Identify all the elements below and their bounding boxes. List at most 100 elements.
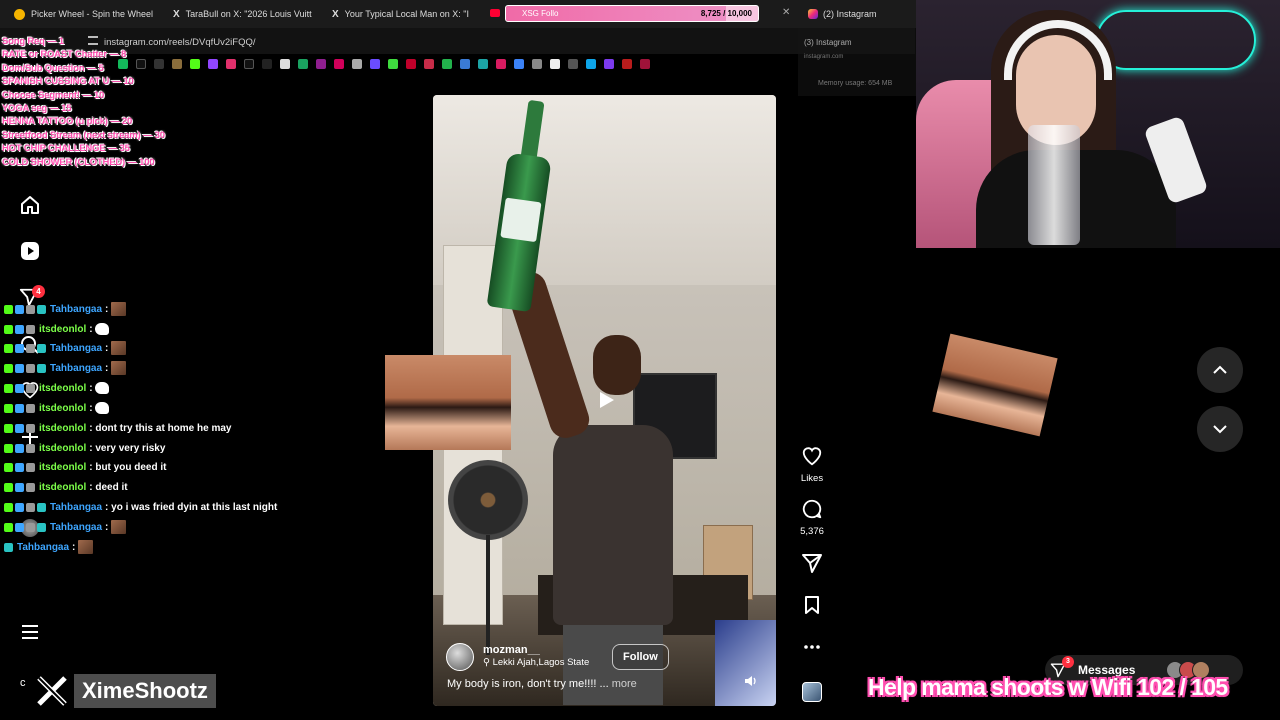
browser-tab[interactable]: X TaraBull on X: "2026 Louis Vuitt ✕	[165, 3, 320, 25]
volume-icon[interactable]	[744, 674, 758, 688]
comment-action[interactable]: 5,376	[798, 498, 826, 537]
chat-username: itsdeonlol	[39, 461, 87, 473]
reels-icon[interactable]	[19, 240, 41, 262]
sub-badge-icon	[26, 502, 35, 512]
heart-icon[interactable]	[801, 445, 823, 467]
chat-line: itsdeonlol: dont try this at home he may	[4, 419, 231, 437]
extension-icon[interactable]	[514, 59, 524, 69]
chat-emote	[111, 302, 127, 316]
chat-emote	[111, 361, 127, 375]
sub-badge-icon	[26, 443, 35, 453]
platform-badge-icon	[15, 383, 24, 393]
reel-username[interactable]: mozman__	[483, 644, 540, 656]
chat-emote	[95, 323, 110, 335]
extension-icon[interactable]	[298, 59, 308, 69]
extension-icon[interactable]	[190, 59, 200, 69]
sub-badge-icon	[26, 522, 35, 532]
sub-badge-icon	[26, 383, 35, 393]
extension-icon[interactable]	[370, 59, 380, 69]
extension-icon[interactable]	[622, 59, 632, 69]
extension-icon[interactable]	[352, 59, 362, 69]
extension-icon[interactable]	[172, 59, 182, 69]
comments-count: 5,376	[800, 526, 824, 537]
gift-badge-icon	[37, 363, 46, 373]
chat-username: Tahbangaa	[50, 521, 103, 533]
extension-icon[interactable]	[532, 59, 542, 69]
extension-icon[interactable]	[442, 59, 452, 69]
previous-reel-button[interactable]	[1197, 347, 1243, 393]
kick-badge-icon	[4, 443, 13, 453]
extension-icon[interactable]	[424, 59, 434, 69]
caption-more-link[interactable]: more	[612, 678, 637, 690]
chat-badges	[4, 383, 35, 393]
chat-username: itsdeonlol	[39, 402, 87, 414]
reel-owner-avatar[interactable]	[446, 643, 474, 671]
instagram-icon[interactable]	[226, 59, 236, 69]
extension-icon[interactable]	[460, 59, 470, 69]
chat-line: itsdeonlol:	[4, 320, 110, 338]
reel-location-text: Lekki Ajah,Lagos State	[492, 657, 590, 668]
menu-item: YOGA seg — 15	[2, 103, 72, 115]
chat-badges	[4, 443, 35, 453]
browser-tab[interactable]: X Your Typical Local Man on X: "I ✕	[324, 3, 474, 25]
gift-badge-icon	[37, 304, 46, 314]
chat-message: dont try this at home he may	[95, 422, 232, 434]
follow-button[interactable]: Follow	[612, 644, 669, 670]
extension-icon[interactable]	[388, 59, 398, 69]
extension-icon[interactable]	[640, 59, 650, 69]
kick-badge-icon	[4, 324, 13, 334]
tiktok-icon[interactable]	[262, 59, 272, 69]
more-options-action[interactable]	[798, 637, 826, 657]
browser-tab[interactable]: Picker Wheel - Spin the Wheel ✕	[6, 3, 161, 25]
reel-caption: My body is iron, don't try me!!!! ... mo…	[447, 678, 637, 690]
tab-title[interactable]: (2) Instagram	[823, 9, 877, 19]
more-menu-icon[interactable]	[20, 622, 40, 642]
extension-icon[interactable]	[586, 59, 596, 69]
audio-thumbnail[interactable]	[802, 682, 822, 702]
chat-emote	[95, 402, 110, 414]
menu-item: RATE or ROAST Chatter — 8	[2, 49, 127, 61]
extension-icon[interactable]	[568, 59, 578, 69]
sub-badge-icon	[26, 363, 35, 373]
extension-icon[interactable]	[316, 59, 326, 69]
next-reel-button[interactable]	[1197, 406, 1243, 452]
x-extension-icon[interactable]	[244, 59, 254, 69]
save-action[interactable]	[798, 595, 826, 615]
close-tab-icon[interactable]: ✕	[782, 7, 790, 18]
share-action[interactable]	[798, 552, 826, 574]
kick-badge-icon	[4, 304, 13, 314]
person-in-video	[553, 425, 673, 625]
tab-title: TaraBull on X: "2026 Louis Vuitt	[185, 9, 312, 19]
chat-line: itsdeonlol:	[4, 399, 110, 417]
bookmark-icon[interactable]	[802, 595, 822, 615]
home-icon[interactable]	[19, 194, 41, 216]
chat-badges	[4, 324, 35, 334]
more-options-icon[interactable]	[802, 637, 822, 657]
chat-badges	[4, 343, 46, 353]
extension-icon[interactable]	[496, 59, 506, 69]
extension-icon[interactable]	[406, 59, 416, 69]
comment-icon[interactable]	[801, 498, 823, 520]
extension-icon[interactable]	[478, 59, 488, 69]
share-icon[interactable]	[801, 552, 823, 574]
platform-badge-icon	[15, 443, 24, 453]
chat-line: Tahbangaa:	[4, 359, 127, 377]
like-action[interactable]: Likes	[798, 445, 826, 484]
twitch-icon[interactable]	[208, 59, 218, 69]
play-icon[interactable]	[596, 390, 616, 410]
extension-icon[interactable]	[604, 59, 614, 69]
menu-item: Choose Segment! — 10	[2, 89, 105, 101]
extension-icon[interactable]	[550, 59, 560, 69]
chat-emote	[111, 341, 127, 355]
screen: Picker Wheel - Spin the Wheel ✕ X TaraBu…	[0, 0, 1280, 720]
reel-location[interactable]: ⚲ Lekki Ajah,Lagos State	[483, 657, 589, 668]
sub-badge-icon	[26, 403, 35, 413]
chat-username: Tahbangaa	[17, 541, 70, 553]
x-favicon-icon: X	[332, 8, 339, 20]
chat-badges	[4, 482, 35, 492]
chat-username: Tahbangaa	[50, 342, 103, 354]
extension-icon[interactable]	[280, 59, 290, 69]
window-title: (3) Instagram	[804, 38, 852, 47]
extension-icon[interactable]	[334, 59, 344, 69]
platform-badge-icon	[15, 343, 24, 353]
